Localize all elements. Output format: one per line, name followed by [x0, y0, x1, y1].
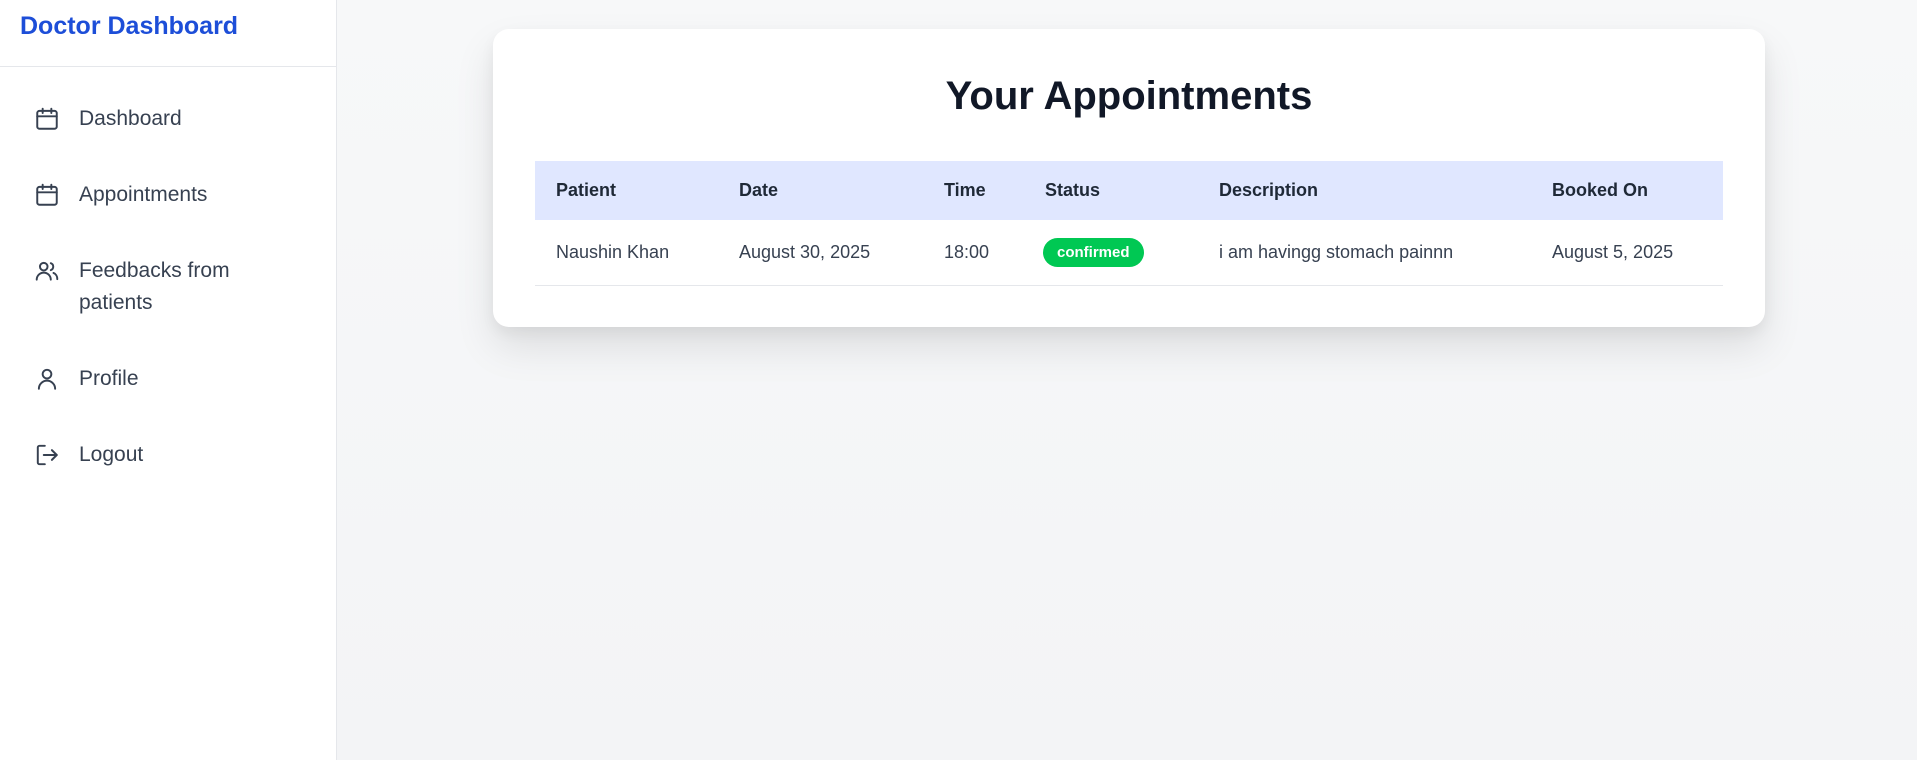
users-icon: [34, 255, 62, 287]
calendar-icon: [34, 103, 62, 135]
sidebar-item-label: Logout: [79, 443, 144, 466]
sidebar-item-appointments[interactable]: Appointments: [14, 163, 322, 227]
sidebar-nav: Dashboard Appointments Feedbacks from pa…: [0, 67, 336, 487]
sidebar-title: Doctor Dashboard: [0, 0, 336, 67]
sidebar: Doctor Dashboard Dashboard Appointments …: [0, 0, 337, 760]
cell-description: i am havingg stomach painnn: [1198, 220, 1531, 286]
main-content: Your Appointments Patient Date Time Stat…: [337, 0, 1917, 760]
app-root: Doctor Dashboard Dashboard Appointments …: [0, 0, 1917, 760]
column-header-status: Status: [1045, 180, 1101, 200]
table-header-row: Patient Date Time Status Description Boo…: [535, 161, 1723, 220]
column-header-patient: Patient: [556, 180, 617, 200]
sidebar-item-dashboard[interactable]: Dashboard: [14, 87, 322, 151]
sidebar-item-label: Dashboard: [79, 107, 182, 130]
logout-icon: [34, 439, 62, 471]
sidebar-item-label: Appointments: [79, 183, 208, 206]
column-header-time: Time: [944, 180, 986, 200]
sidebar-item-feedbacks[interactable]: Feedbacks from patients: [14, 239, 322, 335]
calendar-icon: [34, 179, 62, 211]
sidebar-item-label: Feedbacks from patients: [79, 259, 230, 314]
user-icon: [34, 363, 62, 395]
cell-patient: Naushin Khan: [535, 220, 718, 286]
cell-booked-on: August 5, 2025: [1531, 220, 1723, 286]
sidebar-item-label: Profile: [79, 367, 139, 390]
table-header: Patient Date Time Status Description Boo…: [535, 161, 1723, 220]
sidebar-item-profile[interactable]: Profile: [14, 347, 322, 411]
table-row: Naushin Khan August 30, 2025 18:00 confi…: [535, 220, 1723, 286]
appointments-table: Patient Date Time Status Description Boo…: [535, 161, 1723, 286]
page-title: Your Appointments: [945, 74, 1313, 118]
column-header-description: Description: [1219, 180, 1319, 200]
cell-status: confirmed: [1024, 220, 1198, 286]
status-badge: confirmed: [1043, 237, 1144, 267]
column-header-date: Date: [739, 180, 779, 200]
appointments-card: Your Appointments Patient Date Time Stat…: [493, 29, 1765, 327]
column-header-booked-on: Booked On: [1552, 180, 1649, 200]
cell-date: August 30, 2025: [718, 220, 923, 286]
cell-time: 18:00: [923, 220, 1024, 286]
sidebar-item-logout[interactable]: Logout: [14, 423, 322, 487]
